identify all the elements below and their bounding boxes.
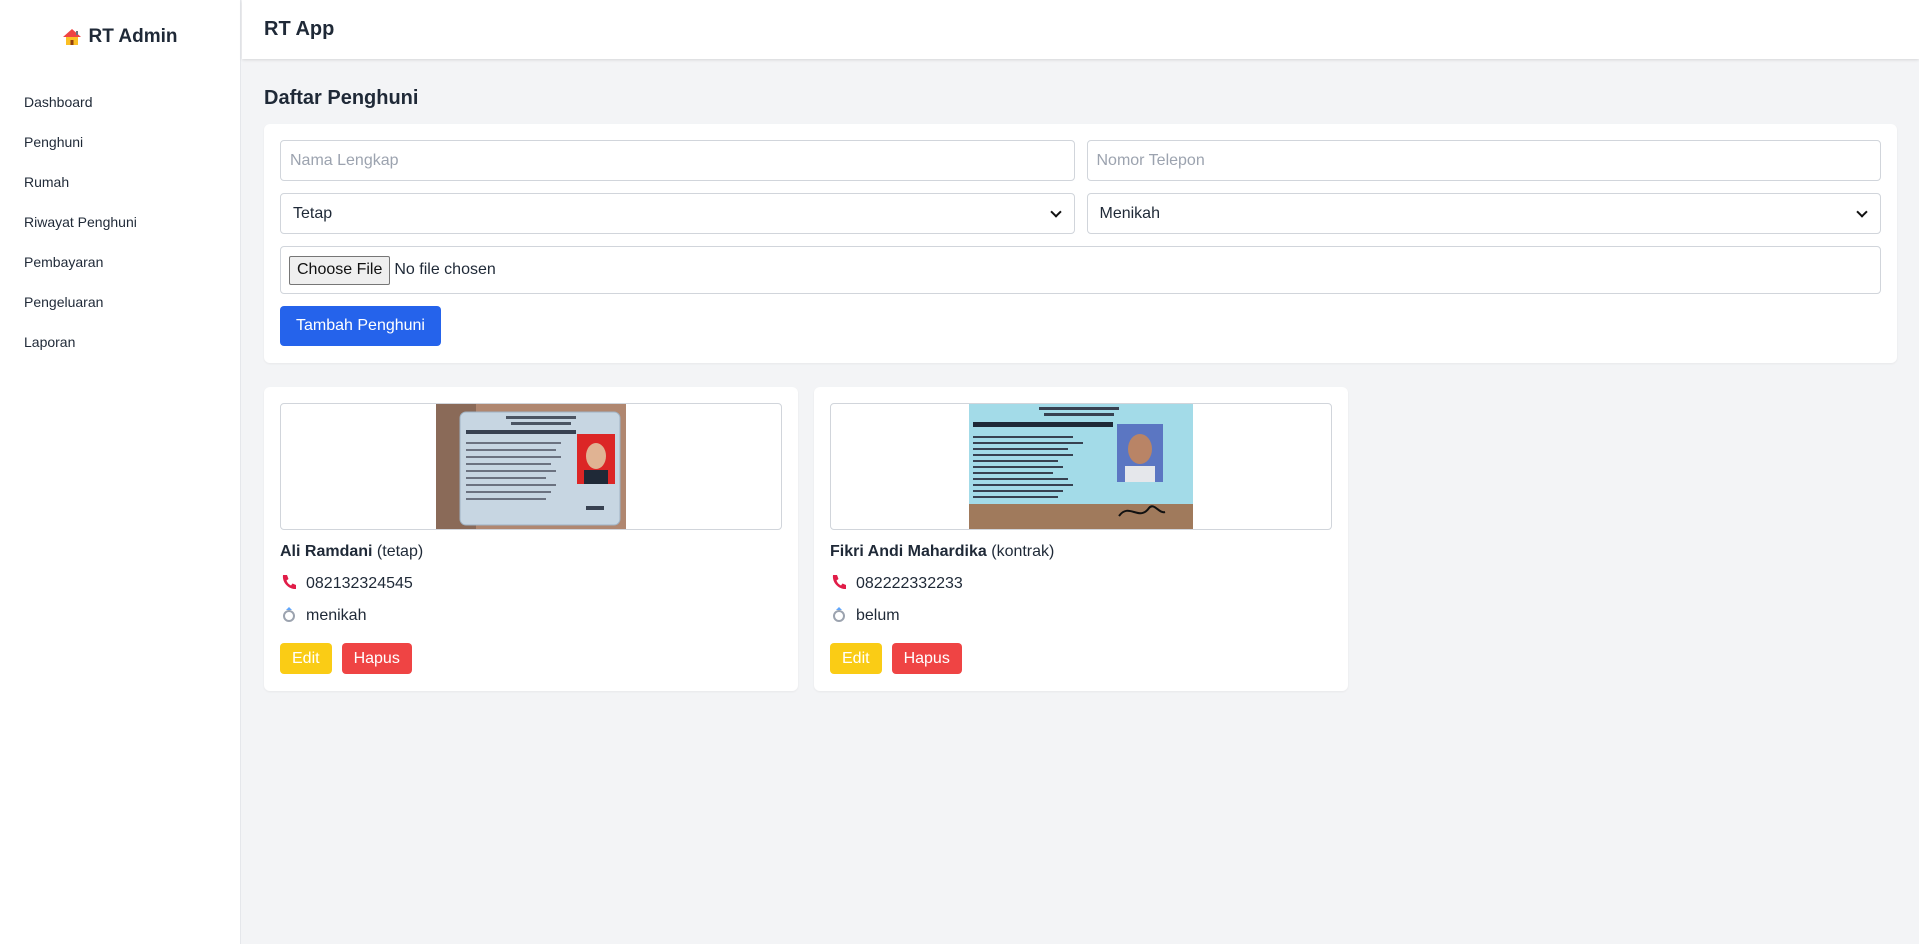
status-select-value: Tetap: [293, 204, 333, 222]
status-select[interactable]: Tetap: [280, 193, 1075, 234]
brand-title: RT Admin: [88, 26, 178, 47]
page-title: Daftar Penghuni: [264, 87, 419, 109]
sidebar-item-pembayaran[interactable]: Pembayaran: [0, 242, 240, 282]
resident-type: (tetap): [376, 543, 424, 560]
house-icon: [62, 28, 82, 46]
file-status: No file chosen: [394, 261, 496, 278]
name-input[interactable]: [280, 140, 1075, 181]
ktp-photo: [969, 404, 1193, 529]
resident-phone: 082222332233: [856, 575, 963, 592]
marital-select-value: Menikah: [1099, 204, 1160, 222]
phone-icon: [280, 573, 298, 596]
sidebar-item-rumah[interactable]: Rumah: [0, 162, 240, 202]
resident-name: Ali Ramdani: [280, 543, 373, 560]
resident-phone: 082132324545: [306, 575, 413, 592]
phone-icon: [830, 573, 848, 596]
resident-marital: belum: [856, 607, 900, 624]
sidebar-nav: Dashboard Penghuni Rumah Riwayat Penghun…: [0, 74, 240, 362]
resident-list: Ali Ramdani (tetap) 082132324545 menikah…: [264, 387, 1897, 691]
ktp-photo: [436, 404, 626, 529]
resident-phone-line: 082132324545: [280, 574, 782, 594]
resident-phone-line: 082222332233: [830, 574, 1332, 594]
sidebar-item-penghuni[interactable]: Penghuni: [0, 122, 240, 162]
file-input: Choose File No file chosen: [280, 246, 1881, 294]
add-resident-form: Tetap Menikah Choose File No file chosen…: [264, 124, 1897, 363]
delete-button[interactable]: Hapus: [341, 643, 412, 674]
sidebar-item-pengeluaran[interactable]: Pengeluaran: [0, 282, 240, 322]
sidebar: RT Admin Dashboard Penghuni Rumah Riwaya…: [0, 0, 241, 944]
brand[interactable]: RT Admin: [0, 0, 240, 74]
marital-select[interactable]: Menikah: [1086, 193, 1881, 234]
resident-name-line: Ali Ramdani (tetap): [280, 542, 782, 562]
ktp-image-frame: [280, 403, 782, 530]
resident-actions: Edit Hapus: [280, 643, 782, 674]
chevron-down-icon: [1856, 205, 1868, 218]
resident-name-line: Fikri Andi Mahardika (kontrak): [830, 542, 1332, 562]
ring-icon: [830, 605, 848, 628]
chevron-down-icon: [1049, 205, 1062, 218]
resident-name: Fikri Andi Mahardika: [830, 543, 987, 560]
resident-marital-line: menikah: [280, 606, 782, 626]
resident-actions: Edit Hapus: [830, 643, 1332, 674]
delete-button[interactable]: Hapus: [891, 643, 962, 674]
resident-type: (kontrak): [991, 543, 1055, 560]
add-resident-button[interactable]: Tambah Penghuni: [280, 306, 441, 346]
resident-card: Fikri Andi Mahardika (kontrak) 082222332…: [814, 387, 1348, 691]
topbar: RT App: [242, 0, 1919, 59]
ktp-image-frame: [830, 403, 1332, 530]
phone-input[interactable]: [1086, 140, 1881, 181]
resident-marital: menikah: [306, 607, 367, 624]
sidebar-item-dashboard[interactable]: Dashboard: [0, 82, 240, 122]
sidebar-item-laporan[interactable]: Laporan: [0, 322, 240, 362]
choose-file-button[interactable]: Choose File: [289, 255, 391, 285]
edit-button[interactable]: Edit: [830, 643, 882, 674]
resident-card: Ali Ramdani (tetap) 082132324545 menikah…: [264, 387, 798, 691]
sidebar-item-riwayat-penghuni[interactable]: Riwayat Penghuni: [0, 202, 240, 242]
main-content: Daftar Penghuni Tetap Menikah Choose Fil…: [264, 59, 1897, 691]
ring-icon: [280, 605, 298, 628]
edit-button[interactable]: Edit: [280, 643, 332, 674]
resident-marital-line: belum: [830, 606, 1332, 626]
app-title: RT App: [264, 18, 335, 40]
